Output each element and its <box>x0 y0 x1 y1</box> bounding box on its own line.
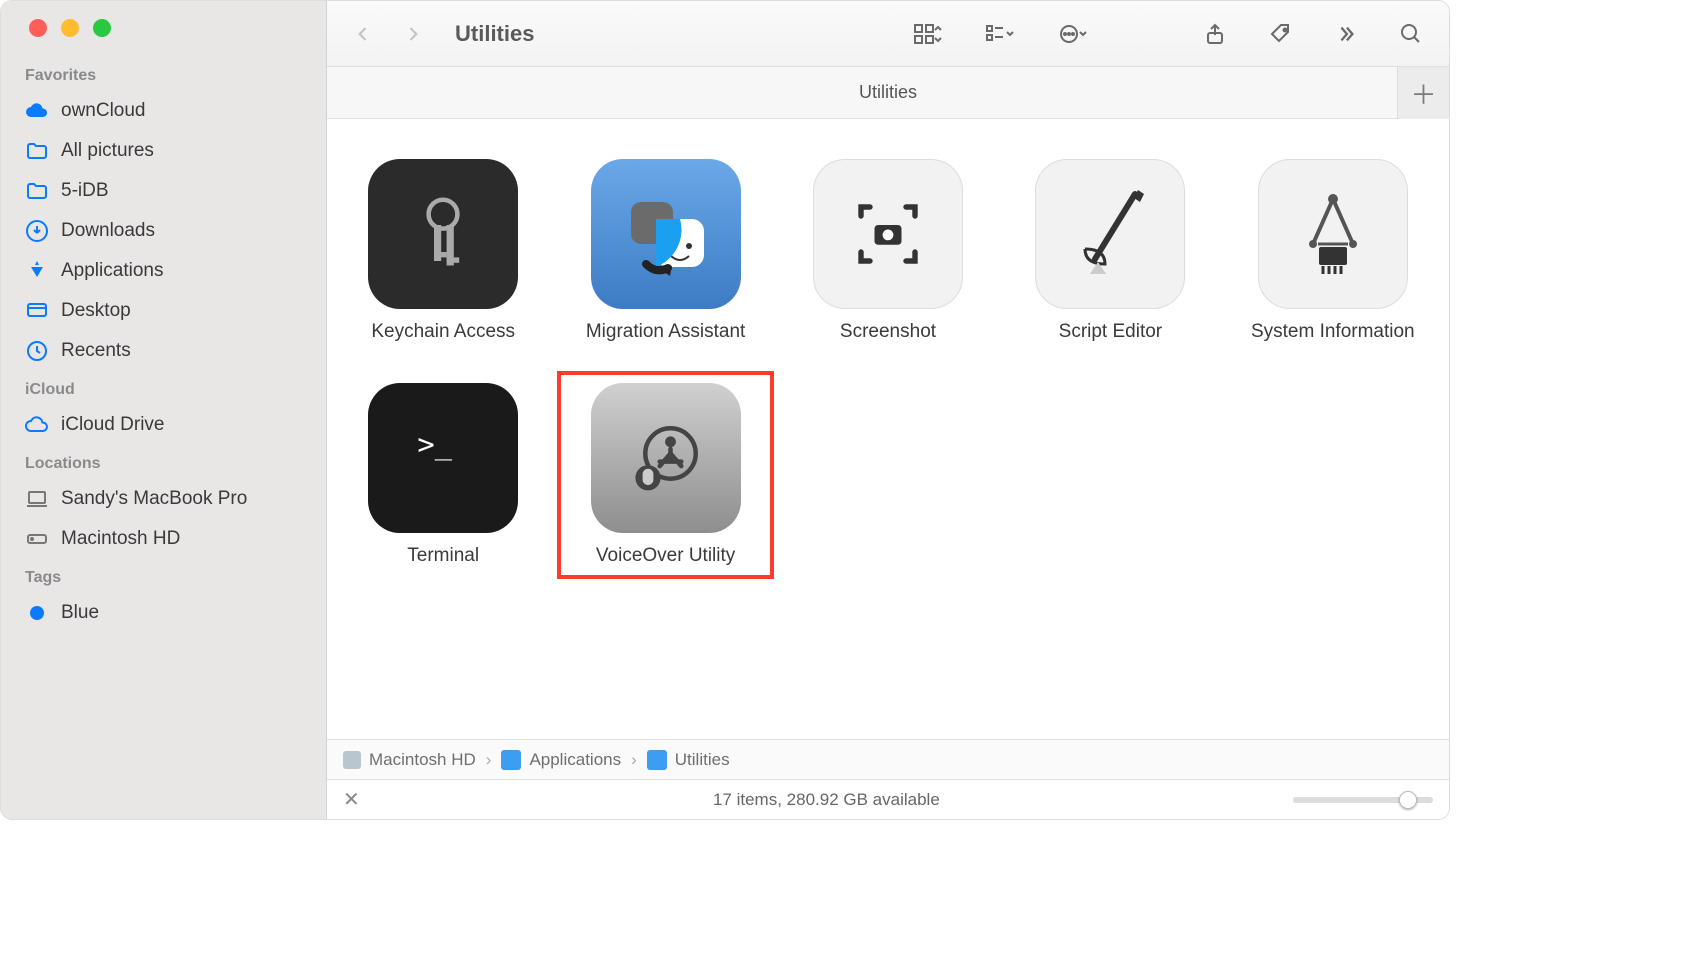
cloud-sync-icon <box>25 99 49 123</box>
app-label: Terminal <box>407 545 479 567</box>
close-button[interactable] <box>29 19 47 37</box>
sidebar-item-recents[interactable]: Recents <box>1 331 326 371</box>
disk-icon <box>25 527 49 551</box>
sidebar-item-label: Sandy's MacBook Pro <box>61 488 247 510</box>
app-item-system-information[interactable]: System Information <box>1227 149 1439 353</box>
sidebar-item-applications[interactable]: Applications <box>1 251 326 291</box>
applications-icon <box>25 259 49 283</box>
back-button[interactable] <box>347 20 379 48</box>
app-label: VoiceOver Utility <box>596 545 735 567</box>
tag-dot-icon <box>25 601 49 625</box>
main-area: Utilities Utilities ＋ Keychain Access Mi… <box>327 1 1449 819</box>
sidebar-item-5idb[interactable]: 5-iDB <box>1 171 326 211</box>
download-icon <box>25 219 49 243</box>
sidebar-item-label: Blue <box>61 602 99 624</box>
folder-icon <box>25 139 49 163</box>
sidebar-section-locations: Locations <box>1 445 326 479</box>
script-icon <box>1035 159 1185 309</box>
path-bar: Macintosh HD › Applications › Utilities <box>327 739 1449 779</box>
sidebar-section-tags: Tags <box>1 559 326 593</box>
sysinfo-icon <box>1258 159 1408 309</box>
cloud-icon <box>25 413 49 437</box>
sidebar-item-all-pictures[interactable]: All pictures <box>1 131 326 171</box>
desktop-icon <box>25 299 49 323</box>
svg-text:>_: >_ <box>418 427 453 462</box>
search-button[interactable] <box>1393 18 1429 50</box>
app-item-screenshot[interactable]: Screenshot <box>782 149 994 353</box>
voiceover-icon <box>591 383 741 533</box>
path-crumb-applications[interactable]: Applications <box>501 750 621 770</box>
sidebar-section-favorites: Favorites <box>1 57 326 91</box>
sidebar-item-label: ownCloud <box>61 100 146 122</box>
chevron-right-icon: › <box>631 750 637 770</box>
app-item-keychain-access[interactable]: Keychain Access <box>337 149 549 353</box>
close-pathbar-button[interactable]: ✕ <box>343 787 360 812</box>
minimize-button[interactable] <box>61 19 79 37</box>
tags-button[interactable] <box>1263 18 1299 50</box>
share-button[interactable] <box>1197 18 1233 50</box>
sidebar-item-macintosh-hd[interactable]: Macintosh HD <box>1 519 326 559</box>
disk-mini-icon <box>343 751 361 769</box>
app-item-terminal[interactable]: >_ Terminal <box>337 373 549 577</box>
clock-icon <box>25 339 49 363</box>
crumb-label: Macintosh HD <box>369 750 476 770</box>
finder-window: Favorites ownCloud All pictures 5-iDB Do… <box>0 0 1450 820</box>
folder-mini-icon <box>501 750 521 770</box>
migration-icon <box>591 159 741 309</box>
icon-size-slider[interactable] <box>1293 797 1433 803</box>
sidebar-section-icloud: iCloud <box>1 371 326 405</box>
sidebar-item-label: 5-iDB <box>61 180 109 202</box>
maximize-button[interactable] <box>93 19 111 37</box>
sidebar-item-owncloud[interactable]: ownCloud <box>1 91 326 131</box>
crumb-label: Utilities <box>675 750 730 770</box>
keychain-icon <box>368 159 518 309</box>
sidebar-item-icloud-drive[interactable]: iCloud Drive <box>1 405 326 445</box>
chevron-right-icon: › <box>486 750 492 770</box>
sidebar-item-label: Recents <box>61 340 131 362</box>
sidebar-item-desktop[interactable]: Desktop <box>1 291 326 331</box>
crumb-label: Applications <box>529 750 621 770</box>
group-by-button[interactable] <box>979 18 1023 50</box>
action-menu-button[interactable] <box>1053 18 1097 50</box>
path-crumb-disk[interactable]: Macintosh HD <box>343 750 476 770</box>
window-controls <box>1 19 326 57</box>
status-bar: ✕ 17 items, 280.92 GB available <box>327 779 1449 819</box>
app-label: Migration Assistant <box>586 321 745 343</box>
sidebar-item-label: Macintosh HD <box>61 528 180 550</box>
terminal-icon: >_ <box>368 383 518 533</box>
new-tab-button[interactable]: ＋ <box>1397 67 1449 119</box>
sidebar-item-label: Desktop <box>61 300 131 322</box>
app-item-script-editor[interactable]: Script Editor <box>1004 149 1216 353</box>
window-title: Utilities <box>455 21 534 47</box>
app-label: Screenshot <box>840 321 936 343</box>
app-item-voiceover-utility[interactable]: VoiceOver Utility <box>559 373 771 577</box>
sidebar-item-label: All pictures <box>61 140 154 162</box>
screenshot-icon <box>813 159 963 309</box>
path-crumb-utilities[interactable]: Utilities <box>647 750 730 770</box>
overflow-button[interactable] <box>1329 19 1363 49</box>
toolbar-right-group <box>907 18 1429 50</box>
sidebar-item-downloads[interactable]: Downloads <box>1 211 326 251</box>
icon-grid: Keychain Access Migration Assistant Scre… <box>337 149 1439 577</box>
app-label: Script Editor <box>1059 321 1162 343</box>
folder-mini-icon <box>647 750 667 770</box>
laptop-icon <box>25 487 49 511</box>
sidebar-item-macbook[interactable]: Sandy's MacBook Pro <box>1 479 326 519</box>
toolbar: Utilities <box>327 1 1449 67</box>
content-area[interactable]: Keychain Access Migration Assistant Scre… <box>327 119 1449 739</box>
sidebar-item-tag-blue[interactable]: Blue <box>1 593 326 633</box>
folder-icon <box>25 179 49 203</box>
status-text: 17 items, 280.92 GB available <box>713 790 940 810</box>
app-label: System Information <box>1251 321 1415 343</box>
app-label: Keychain Access <box>371 321 515 343</box>
sidebar-item-label: Applications <box>61 260 163 282</box>
sidebar: Favorites ownCloud All pictures 5-iDB Do… <box>1 1 327 819</box>
tab-bar: Utilities ＋ <box>327 67 1449 119</box>
tab-active[interactable]: Utilities <box>859 82 917 103</box>
sidebar-item-label: Downloads <box>61 220 155 242</box>
forward-button[interactable] <box>397 20 429 48</box>
view-icons-button[interactable] <box>907 18 949 50</box>
app-item-migration-assistant[interactable]: Migration Assistant <box>559 149 771 353</box>
sidebar-item-label: iCloud Drive <box>61 414 164 436</box>
